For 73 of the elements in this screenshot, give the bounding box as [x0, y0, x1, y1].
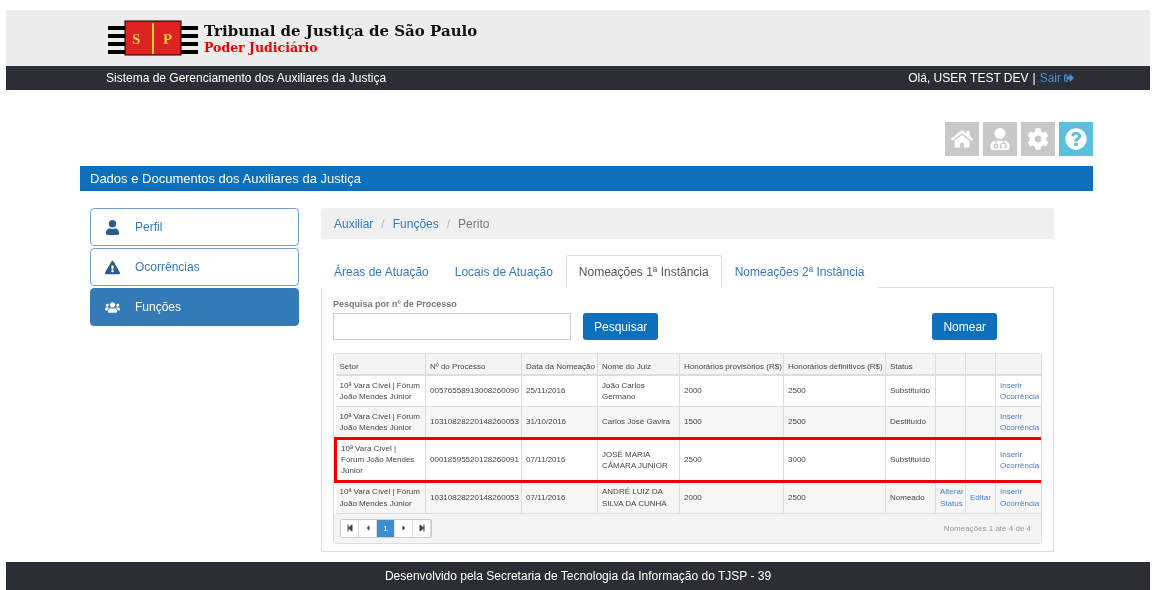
- column-header: Nº do Processo: [425, 354, 522, 375]
- column-header: Status: [885, 354, 936, 375]
- table-cell: 2500: [783, 406, 886, 439]
- search-label: Pesquisa por nº de Processo: [333, 299, 458, 309]
- users-icon: [105, 299, 120, 315]
- help-icon: [1065, 128, 1087, 150]
- search-button[interactable]: Pesquisar: [583, 313, 659, 340]
- page-button[interactable]: 1: [377, 519, 395, 537]
- first-page-button[interactable]: [341, 519, 359, 537]
- sidebar-item[interactable]: Perfil: [90, 208, 299, 246]
- table-cell: 10ª Vara Cível | Fórum João Mendes Júnior: [335, 375, 426, 407]
- last-page-button[interactable]: [413, 519, 431, 537]
- action-link[interactable]: Inserir Ocorrência: [1000, 410, 1039, 434]
- table-cell: 2500: [783, 481, 886, 514]
- table-cell: 10310828220148260053: [425, 481, 522, 514]
- table-cell: 2500: [783, 375, 886, 407]
- table-cell: 10ª Vara Cível | Fórum João Mendes Júnior: [335, 481, 426, 514]
- separator-text: |: [1032, 71, 1036, 85]
- breadcrumb-item[interactable]: Funções: [392, 216, 439, 231]
- breadcrumb-separator: /: [446, 216, 451, 231]
- tab[interactable]: Nomeações 1ª Instância: [565, 255, 722, 288]
- footer-text: Desenvolvido pela Secretaria de Tecnologia da Informação do TJSP - 39: [6, 562, 1150, 590]
- breadcrumb-item: Perito: [458, 216, 490, 231]
- section-header: Dados e Documentos dos Auxiliares da Justiça: [80, 166, 1093, 191]
- user-icon: [989, 128, 1011, 150]
- table-cell: 00576558913008260090: [425, 375, 522, 407]
- column-header: Setor: [335, 354, 426, 375]
- column-header: Honorários definitivos (R$): [783, 354, 886, 375]
- table-cell: João Carlos Germano: [597, 375, 680, 407]
- logout-link[interactable]: Sair: [1039, 71, 1074, 85]
- table-cell: 10ª Vara Cível | Fórum João Mendes Júnior: [335, 406, 426, 439]
- system-name: Sistema de Gerenciamento dos Auxiliares da Justiça: [106, 71, 387, 85]
- sidebar-item[interactable]: Funções: [90, 288, 299, 326]
- action-link[interactable]: Editar: [970, 491, 991, 504]
- column-header: Data da Nomeação: [521, 354, 598, 375]
- site-title: Tribunal de Justiça de São Paulo: [204, 21, 478, 40]
- table-cell: ANDRÉ LUIZ DA SILVA DA CUNHA: [597, 481, 680, 514]
- sidebar-item[interactable]: Ocorrências: [90, 248, 299, 286]
- user-icon-button[interactable]: [983, 122, 1017, 156]
- breadcrumb-item[interactable]: Auxiliar: [334, 216, 374, 231]
- breadcrumb-separator: /: [381, 216, 385, 231]
- table-cell: Substituído: [885, 375, 936, 407]
- table-cell: Destituído: [885, 406, 936, 439]
- table-cell: 10310828220148260053: [425, 406, 522, 439]
- table-cell: 07/11/2016: [521, 481, 598, 514]
- settings-icon: [1027, 128, 1049, 150]
- greeting-text: Olá, USER TEST DEV: [908, 71, 1029, 85]
- nominate-button[interactable]: Nomear: [932, 313, 998, 340]
- column-header: Nome do Juiz: [597, 354, 680, 375]
- table-cell: 2000: [679, 481, 784, 514]
- last-page-icon: [417, 524, 426, 533]
- table-cell: Carlos José Gavira: [597, 406, 680, 439]
- logo-drawing: S P: [108, 18, 198, 58]
- help-icon-button[interactable]: [1059, 122, 1093, 156]
- first-page-icon: [345, 524, 354, 533]
- table-cell: Nomeado: [885, 481, 936, 514]
- table-cell: 31/10/2016: [521, 406, 598, 439]
- warning-icon: [105, 259, 120, 275]
- home-icon-button[interactable]: [945, 122, 979, 156]
- table-cell: 2000: [679, 375, 784, 407]
- table-cell: 25/11/2016: [521, 375, 598, 407]
- action-link[interactable]: Inserir Ocorrência: [1000, 379, 1039, 403]
- home-icon: [951, 128, 973, 150]
- pagination-summary: Nomeações 1 até 4 de 4: [943, 523, 1032, 533]
- settings-icon-button[interactable]: [1021, 122, 1055, 156]
- site-subtitle: Poder Judiciário: [204, 39, 319, 55]
- column-header: Honorários provisórios (R$): [679, 354, 784, 375]
- search-field[interactable]: [333, 313, 571, 340]
- table-cell: 10ª Vara Cível | Fórum João Mendes Júnior: [335, 438, 426, 482]
- user-icon: [105, 219, 120, 235]
- logout-icon: [1064, 73, 1074, 83]
- action-link[interactable]: Inserir Ocorrência: [1000, 486, 1039, 509]
- table-cell: 1500: [679, 406, 784, 439]
